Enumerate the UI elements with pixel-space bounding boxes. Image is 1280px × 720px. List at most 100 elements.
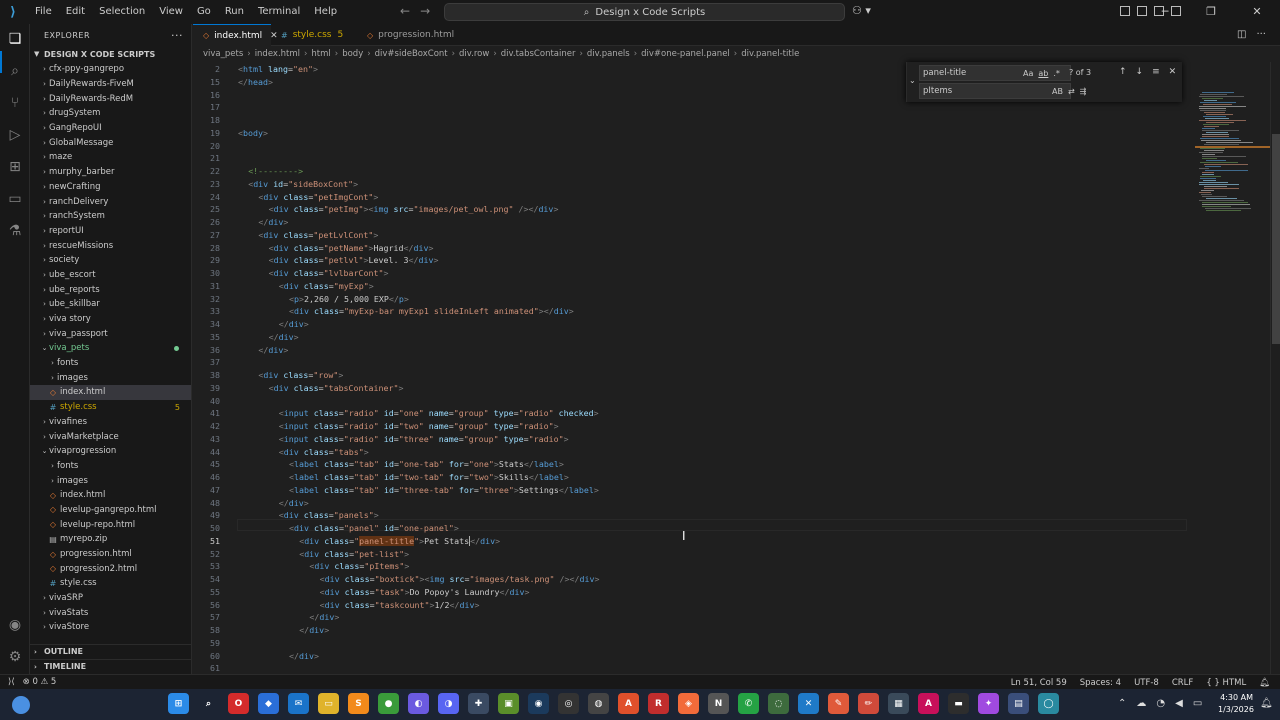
- battery-icon[interactable]: ▭: [1193, 698, 1202, 709]
- breadcrumb-item[interactable]: viva_pets: [203, 49, 243, 59]
- menu-run[interactable]: Run: [218, 0, 251, 24]
- replace-all-icon[interactable]: ⇶: [1080, 87, 1087, 96]
- tablet-icon[interactable]: ▤: [1008, 693, 1029, 714]
- tree-item-murphy-barber[interactable]: › murphy_barber: [30, 165, 191, 180]
- regex-toggle[interactable]: .*: [1053, 69, 1060, 78]
- clock[interactable]: 4:30 AM 1/3/2026: [1218, 692, 1254, 716]
- menu-go[interactable]: Go: [190, 0, 218, 24]
- tree-item-ube-reports[interactable]: › ube_reports: [30, 282, 191, 297]
- back-arrow-icon[interactable]: ←: [400, 4, 410, 18]
- app2-icon[interactable]: ◌: [768, 693, 789, 714]
- copilot-icon[interactable]: ⚇ ▾: [852, 4, 871, 17]
- discord-ptb-icon[interactable]: ◐: [408, 693, 429, 714]
- whatsapp-icon[interactable]: ✆: [738, 693, 759, 714]
- notification-center-icon[interactable]: 🔔︎: [1260, 698, 1273, 709]
- breadcrumb-item[interactable]: div.row: [459, 49, 489, 59]
- tree-item-rescuemissions[interactable]: › rescueMissions: [30, 238, 191, 253]
- language-mode[interactable]: { } HTML: [1206, 678, 1246, 688]
- tree-item-maze[interactable]: › maze: [30, 150, 191, 165]
- tree-item-ranchdelivery[interactable]: › ranchDelivery: [30, 194, 191, 209]
- tree-item-index-html[interactable]: ◇ index.html: [30, 488, 191, 503]
- settings-gear-icon[interactable]: ⚙: [6, 648, 24, 666]
- tree-item-progression-html[interactable]: ◇ progression.html: [30, 547, 191, 562]
- tree-item-style-css[interactable]: # style.css 5: [30, 400, 191, 415]
- scroll-thumb[interactable]: [1272, 134, 1280, 344]
- previous-match-icon[interactable]: ↑: [1119, 67, 1127, 77]
- tree-item-viva-story[interactable]: › viva story: [30, 312, 191, 327]
- tree-item-society[interactable]: › society: [30, 253, 191, 268]
- menu-view[interactable]: View: [152, 0, 190, 24]
- tree-item-vivastats[interactable]: › vivaStats: [30, 605, 191, 620]
- menu-selection[interactable]: Selection: [92, 0, 152, 24]
- tree-item-vivasrp[interactable]: › vivaSRP: [30, 591, 191, 606]
- tree-item-cfx-ppy-gangrepo[interactable]: › cfx-ppy-gangrepo: [30, 62, 191, 77]
- tree-item-images[interactable]: › images: [30, 473, 191, 488]
- more-actions-icon[interactable]: ···: [171, 29, 183, 42]
- workspace-root[interactable]: ▼ DESIGN X CODE SCRIPTS: [30, 46, 191, 62]
- postman-icon[interactable]: ◈: [678, 693, 699, 714]
- explorer-icon[interactable]: ❏: [6, 30, 24, 48]
- menu-help[interactable]: Help: [307, 0, 344, 24]
- minimap[interactable]: [1195, 62, 1270, 674]
- line-ending[interactable]: CRLF: [1172, 678, 1193, 688]
- code-editor[interactable]: 2 <html lang="en"> 15 </head> 16 17 18 19 <body>…: [193, 62, 1280, 674]
- tree-item-reportui[interactable]: › reportUI: [30, 224, 191, 239]
- toggle-replace-icon[interactable]: ⌄: [909, 76, 916, 85]
- tree-item-dailyrewards-redm[interactable]: › DailyRewards-RedM: [30, 91, 191, 106]
- run-debug-icon[interactable]: ▷: [6, 126, 24, 144]
- match-case-toggle[interactable]: Aa: [1023, 69, 1033, 78]
- remote-explorer-icon[interactable]: ▭: [6, 190, 24, 208]
- copilot-icon[interactable]: ◆: [258, 693, 279, 714]
- source-control-icon[interactable]: ⑂: [6, 94, 24, 112]
- figma-icon[interactable]: ✦: [978, 693, 999, 714]
- breadcrumb-item[interactable]: div.panel-title: [741, 49, 799, 59]
- obs-icon[interactable]: ◎: [558, 693, 579, 714]
- steam-icon[interactable]: ◉: [528, 693, 549, 714]
- tree-item-fonts[interactable]: › fonts: [30, 459, 191, 474]
- preserve-case-toggle[interactable]: AB: [1052, 87, 1063, 96]
- split-editor-icon[interactable]: ◫: [1237, 29, 1246, 40]
- tree-item-viva-passport[interactable]: › viva_passport: [30, 326, 191, 341]
- breadcrumb-item[interactable]: div.panels: [587, 49, 630, 59]
- menu-file[interactable]: File: [28, 0, 59, 24]
- menu-edit[interactable]: Edit: [59, 0, 92, 24]
- minimize-icon[interactable]: ─: [1142, 0, 1188, 24]
- minecraft-icon[interactable]: ▣: [498, 693, 519, 714]
- tree-item-viva-pets[interactable]: ⌄ viva_pets: [30, 341, 191, 356]
- search-icon[interactable]: ⌕: [6, 62, 24, 80]
- next-match-icon[interactable]: ↓: [1136, 67, 1144, 77]
- tree-item-ube-skillbar[interactable]: › ube_skillbar: [30, 297, 191, 312]
- replace-input[interactable]: pItems: [919, 83, 1071, 99]
- tree-item-dailyrewards-fivem[interactable]: › DailyRewards-FiveM: [30, 77, 191, 92]
- opera-icon[interactable]: O: [228, 693, 249, 714]
- extensions-icon[interactable]: ⊞: [6, 158, 24, 176]
- tree-item-vivafines[interactable]: › vivafines: [30, 415, 191, 430]
- weather-widget-icon[interactable]: [12, 696, 30, 714]
- file-explorer-icon[interactable]: ▭: [318, 693, 339, 714]
- breadcrumb-item[interactable]: index.html: [255, 49, 300, 59]
- forward-arrow-icon[interactable]: →: [420, 4, 430, 18]
- timeline-section[interactable]: › TIMELINE: [30, 659, 191, 673]
- tree-item-vivamarketplace[interactable]: › vivaMarketplace: [30, 429, 191, 444]
- pen-icon[interactable]: ✏: [858, 693, 879, 714]
- tree-item-levelup-repo-html[interactable]: ◇ levelup-repo.html: [30, 517, 191, 532]
- outline-section[interactable]: › OUTLINE: [30, 644, 191, 658]
- start-icon[interactable]: ⊞: [168, 693, 189, 714]
- breadcrumb-item[interactable]: div#sideBoxCont: [375, 49, 448, 59]
- tray-chevron-icon[interactable]: ⌃: [1118, 698, 1126, 709]
- acrobat-icon[interactable]: A: [918, 693, 939, 714]
- tree-item-progression2-html[interactable]: ◇ progression2.html: [30, 561, 191, 576]
- remote-icon[interactable]: ⟩⟨: [8, 677, 15, 687]
- tree-item-newcrafting[interactable]: › newCrafting: [30, 180, 191, 195]
- vscode-icon[interactable]: ✕: [798, 693, 819, 714]
- search-icon[interactable]: ⌕: [198, 693, 219, 714]
- tree-item-index-html[interactable]: ◇ index.html: [30, 385, 191, 400]
- tree-item-myrepo-zip[interactable]: ▤ myrepo.zip: [30, 532, 191, 547]
- tree-item-gangrepoui[interactable]: › GangRepoUI: [30, 121, 191, 136]
- tree-item-images[interactable]: › images: [30, 370, 191, 385]
- notion-icon[interactable]: N: [708, 693, 729, 714]
- cursor-position[interactable]: Ln 51, Col 59: [1011, 678, 1067, 688]
- customize-layout-icon[interactable]: [1120, 6, 1130, 16]
- close-find-icon[interactable]: ✕: [1169, 67, 1177, 77]
- tree-item-ranchsystem[interactable]: › ranchSystem: [30, 209, 191, 224]
